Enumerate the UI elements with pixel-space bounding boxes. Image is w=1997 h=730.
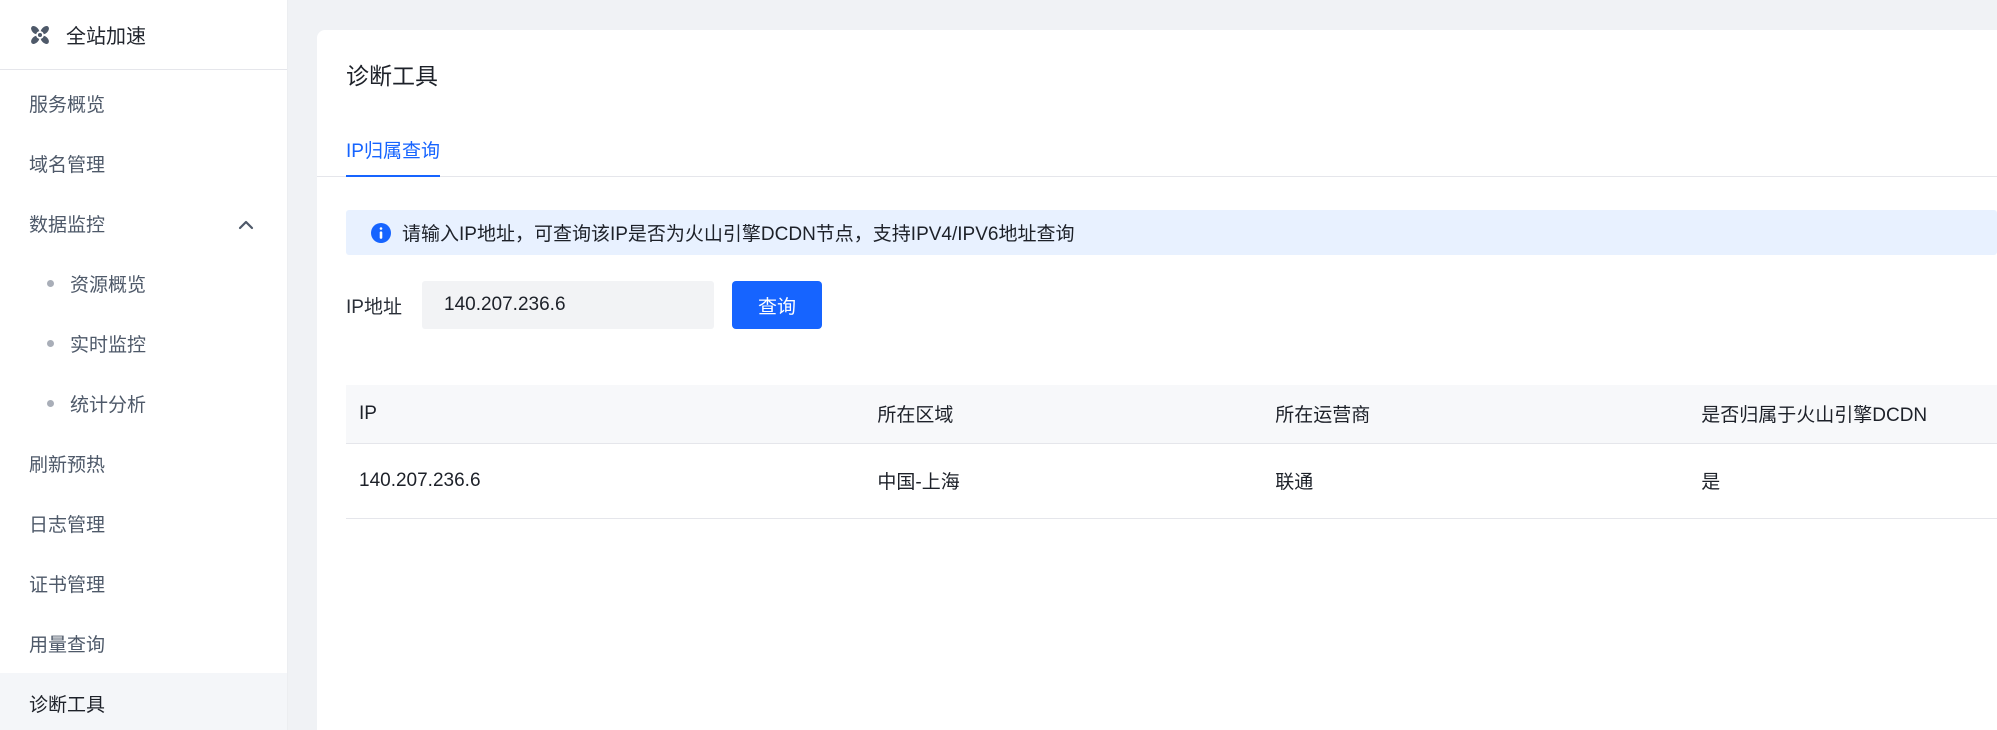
sidebar-item-domain-management[interactable]: 域名管理	[0, 133, 287, 193]
sidebar-item-statistical-analysis[interactable]: 统计分析	[0, 373, 287, 433]
app-window: 全站加速 服务概览 域名管理 数据监控 资源概览 实时监控 统计分析 刷新预热 …	[0, 0, 1997, 730]
column-header-region: 所在区域	[864, 385, 1263, 444]
main-area: 诊断工具 IP归属查询 请输入IP地址，可查询该IP是否为火山引擎DCDN节点，…	[288, 0, 1997, 730]
sidebar-item-label: 实时监控	[70, 334, 147, 356]
tab-bar: IP归属查询	[317, 136, 1997, 177]
bullet-icon	[47, 400, 54, 407]
sidebar-item-log-management[interactable]: 日志管理	[0, 493, 287, 553]
column-header-ip: IP	[346, 385, 865, 444]
sidebar-item-diagnostic-tools[interactable]: 诊断工具	[0, 673, 287, 730]
sidebar-item-label: 证书管理	[29, 574, 106, 596]
sidebar-item-certificate-management[interactable]: 证书管理	[0, 553, 287, 613]
info-banner-text: 请输入IP地址，可查询该IP是否为火山引擎DCDN节点，支持IPV4/IPV6地…	[402, 224, 1075, 245]
sidebar-item-label: 统计分析	[70, 394, 147, 416]
ip-query-form: IP地址 查询	[346, 281, 1997, 329]
sidebar: 全站加速 服务概览 域名管理 数据监控 资源概览 实时监控 统计分析 刷新预热 …	[0, 0, 288, 730]
table-header-row: IP 所在区域 所在运营商 是否归属于火山引擎DCDN	[346, 385, 1997, 444]
ip-result-table: IP 所在区域 所在运营商 是否归属于火山引擎DCDN 140.207.236.…	[346, 385, 1997, 519]
cell-region: 中国-上海	[864, 443, 1263, 519]
sidebar-item-usage-query[interactable]: 用量查询	[0, 613, 287, 673]
sidebar-item-label: 服务概览	[29, 94, 106, 116]
ip-address-input[interactable]	[422, 281, 714, 329]
sidebar-item-label: 诊断工具	[29, 694, 106, 716]
sidebar-item-label: 刷新预热	[29, 454, 106, 476]
bullet-icon	[47, 280, 54, 287]
info-banner: 请输入IP地址，可查询该IP是否为火山引擎DCDN节点，支持IPV4/IPV6地…	[346, 210, 1997, 255]
sidebar-item-label: 日志管理	[29, 514, 106, 536]
sidebar-nav: 服务概览 域名管理 数据监控 资源概览 实时监控 统计分析 刷新预热 日志管理 …	[0, 70, 287, 730]
content-card: 诊断工具 IP归属查询 请输入IP地址，可查询该IP是否为火山引擎DCDN节点，…	[317, 30, 1997, 730]
sidebar-item-label: 资源概览	[70, 274, 147, 296]
info-icon	[371, 222, 391, 243]
product-header: 全站加速	[0, 0, 287, 70]
table-row: 140.207.236.6 中国-上海 联通 是	[346, 443, 1997, 519]
product-name: 全站加速	[66, 26, 146, 48]
tab-ip-ownership-query[interactable]: IP归属查询	[346, 136, 440, 177]
column-header-belongs-to-dcdn: 是否归属于火山引擎DCDN	[1688, 385, 1997, 444]
sidebar-item-data-monitoring[interactable]: 数据监控	[0, 193, 287, 253]
page-title: 诊断工具	[346, 63, 438, 89]
cell-belongs-to-dcdn: 是	[1688, 443, 1997, 519]
product-logo-icon	[27, 22, 53, 48]
sidebar-item-label: 数据监控	[29, 214, 106, 236]
sidebar-item-refresh-prewarm[interactable]: 刷新预热	[0, 433, 287, 493]
cell-ip: 140.207.236.6	[346, 443, 865, 519]
query-button[interactable]: 查询	[732, 281, 822, 329]
sidebar-item-label: 用量查询	[29, 634, 106, 656]
column-header-isp: 所在运营商	[1262, 385, 1689, 444]
sidebar-item-resource-overview[interactable]: 资源概览	[0, 253, 287, 313]
sidebar-item-realtime-monitoring[interactable]: 实时监控	[0, 313, 287, 373]
cell-isp: 联通	[1262, 443, 1689, 519]
chevron-up-icon	[238, 216, 254, 230]
sidebar-item-label: 域名管理	[29, 154, 106, 176]
bullet-icon	[47, 340, 54, 347]
sidebar-item-service-overview[interactable]: 服务概览	[0, 73, 287, 133]
ip-address-label: IP地址	[346, 296, 402, 318]
